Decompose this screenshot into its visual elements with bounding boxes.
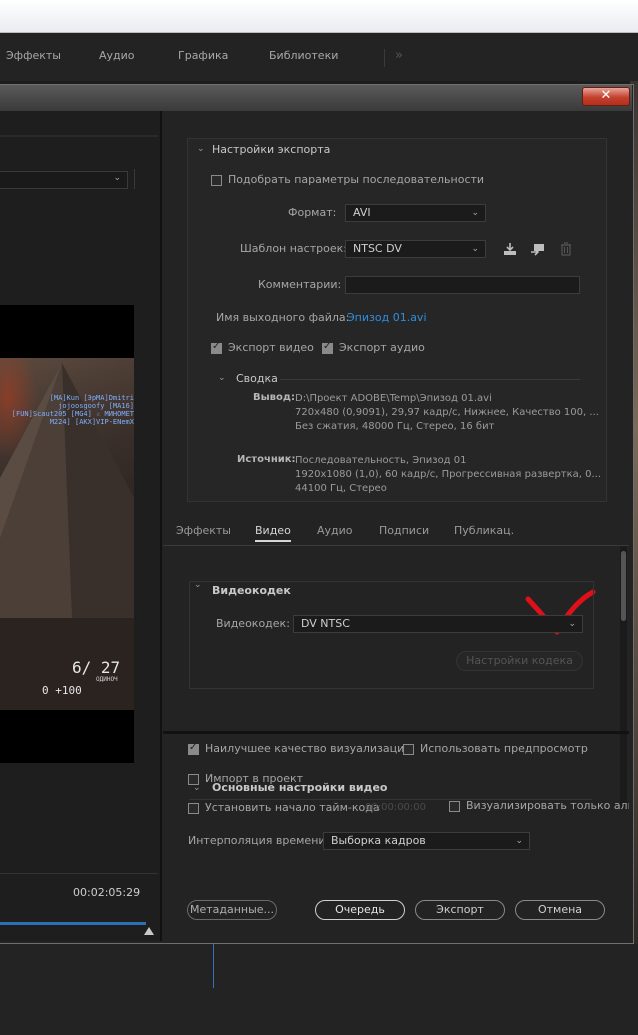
export-settings-section: ⌄ Настройки экспорта Подобрать параметры… — [187, 138, 607, 502]
use-previews-checkbox[interactable] — [403, 744, 414, 755]
export-video-checkbox[interactable] — [211, 341, 222, 354]
max-quality-label: Наилучшее качество визуализации — [205, 742, 412, 755]
timeline-background — [0, 944, 638, 1035]
set-timecode-checkbox[interactable] — [188, 803, 199, 814]
export-settings-dialog: ✕ ⌄ [MA]Kun [ЭрMA]Dmitri jojoosgoofy [MA… — [0, 84, 634, 944]
summary-source-line: 1920x1080 (1,0), 60 кадр/с, Прогрессивна… — [295, 469, 602, 480]
divider — [0, 873, 158, 874]
tab-audio[interactable]: Аудио — [317, 524, 353, 537]
summary-source-line: 44100 Гц, Стерео — [295, 483, 387, 494]
source-timecode: 00:02:05:29 — [73, 886, 141, 899]
interp-dropdown[interactable]: Выборка кадров ⌄ — [323, 832, 530, 850]
chevron-down-icon: ⌄ — [471, 208, 479, 218]
set-timecode-label: Установить начало тайм-кода — [205, 801, 380, 814]
queue-button[interactable]: Очередь — [315, 900, 405, 920]
game-frame-image: [MA]Kun [ЭрMA]Dmitri jojoosgoofy [MA16] … — [0, 358, 134, 710]
playhead-line — [213, 944, 214, 988]
codec-section-title: Видеокодек — [212, 584, 291, 597]
chevron-down-icon[interactable]: ⌄ — [197, 144, 205, 154]
chevron-down-icon[interactable]: ⌄ — [218, 373, 226, 383]
cancel-button[interactable]: Отмена — [515, 900, 605, 920]
settings-pane: ⌄ Настройки экспорта Подобрать параметры… — [163, 111, 629, 941]
interp-value: Выборка кадров — [331, 834, 426, 847]
metadata-button[interactable]: Метаданные... — [187, 900, 277, 920]
output-name-link[interactable]: Эпизод 01.avi — [347, 311, 427, 324]
dialog-titlebar[interactable] — [0, 85, 632, 111]
comments-label: Комментарии: — [258, 278, 342, 291]
tab-effects[interactable]: Эффекты — [176, 524, 231, 537]
preview-pane: ⌄ [MA]Kun [ЭрMA]Dmitri jojoosgoofy [MA16… — [0, 111, 162, 941]
chevron-down-icon[interactable]: ⌄ — [194, 580, 202, 590]
chevron-down-icon: ⌄ — [515, 836, 523, 846]
menu-divider — [384, 49, 385, 67]
export-video-label: Экспорт видео — [228, 341, 314, 354]
source-scaling-dropdown[interactable]: ⌄ — [0, 171, 128, 189]
chevron-down-icon: ⌄ — [568, 619, 576, 629]
chevron-down-icon: ⌄ — [113, 173, 121, 183]
match-sequence-label: Подобрать параметры последовательности — [228, 173, 485, 186]
summary-source-label: Источник: — [237, 454, 296, 465]
format-value: AVI — [353, 206, 371, 219]
use-previews-label: Использовать предпросмотр — [420, 742, 588, 755]
tab-captions[interactable]: Подписи — [379, 524, 429, 537]
preset-value: NTSC DV — [353, 242, 402, 255]
tab-video[interactable]: Видео — [255, 524, 291, 542]
summary-output-line: Без сжатия, 48000 Гц, Стерео, 16 бит — [295, 421, 495, 432]
fire-mode: ОДИНОЧ — [96, 676, 118, 683]
interp-label: Интерполяция времени: — [188, 834, 330, 847]
comments-input[interactable] — [345, 276, 580, 294]
summary-output-line: 720x480 (0,9091), 29,97 кадр/с, Нижнее, … — [295, 407, 599, 418]
alpha-only-checkbox[interactable] — [449, 801, 460, 812]
format-dropdown[interactable]: AVI ⌄ — [345, 204, 486, 222]
settings-tabs: Эффекты Видео Аудио Подписи Публикац. — [163, 521, 629, 546]
import-project-checkbox[interactable] — [188, 774, 199, 785]
codec-label: Видеокодек: — [216, 617, 290, 630]
menu-effects[interactable]: Эффекты — [6, 33, 61, 81]
workspace-menubar: Эффекты Аудио Графика Библиотеки » — [0, 33, 638, 81]
timecode-input[interactable]: 00:00:00:00 — [365, 802, 426, 813]
divider — [134, 169, 135, 189]
alpha-only-label: Визуализировать только альфа — [466, 799, 629, 812]
score-counter: 0 +100 — [42, 684, 82, 697]
tab-publish[interactable]: Публикац. — [454, 524, 514, 537]
os-window-strip — [0, 0, 638, 33]
export-audio-checkbox[interactable] — [322, 341, 333, 354]
close-button[interactable]: ✕ — [582, 87, 630, 106]
codec-section: ⌄ Видеокодек Видеокодек: DV NTSC ⌄ Настр… — [189, 580, 594, 689]
export-audio-label: Экспорт аудио — [339, 341, 425, 354]
chevron-down-icon: ⌄ — [471, 244, 479, 254]
scrollbar-thumb[interactable] — [621, 551, 626, 621]
delete-preset-icon[interactable] — [559, 242, 573, 256]
format-label: Формат: — [288, 206, 337, 219]
save-preset-icon[interactable] — [503, 242, 517, 256]
import-preset-icon[interactable] — [531, 242, 545, 256]
pane-divider — [163, 731, 629, 734]
summary-title: Сводка — [236, 372, 278, 385]
import-project-label: Импорт в проект — [205, 772, 304, 785]
summary-output-label: Вывод: — [253, 392, 295, 403]
menu-audio[interactable]: Аудио — [99, 33, 135, 81]
preview-tabbar — [0, 135, 158, 137]
preset-label: Шаблон настроек: — [240, 242, 347, 255]
killfeed-text: [MA]Kun [ЭрMA]Dmitri jojoosgoofy [MA16] … — [11, 394, 134, 426]
ammo-counter: 6/ 27 — [72, 658, 121, 677]
export-button[interactable]: Экспорт — [415, 900, 505, 920]
summary-divider — [280, 379, 580, 380]
output-name-label: Имя выходного файла: — [216, 311, 350, 324]
codec-dropdown[interactable]: DV NTSC ⌄ — [293, 615, 583, 633]
codec-settings-button[interactable]: Настройки кодека — [456, 651, 583, 671]
section-title: Настройки экспорта — [212, 143, 331, 156]
codec-value: DV NTSC — [301, 617, 350, 630]
summary-output-line: D:\Проект ADOBE\Temp\Эпизод 01.avi — [295, 393, 492, 404]
menu-graphics[interactable]: Графика — [178, 33, 228, 81]
preset-dropdown[interactable]: NTSC DV ⌄ — [345, 240, 486, 258]
source-range-bar[interactable] — [0, 922, 146, 925]
summary-source-line: Последовательность, Эпизод 01 — [295, 455, 467, 466]
menu-libraries[interactable]: Библиотеки — [269, 33, 338, 81]
out-point-handle[interactable] — [144, 927, 154, 935]
max-quality-checkbox[interactable] — [188, 742, 199, 755]
match-sequence-checkbox[interactable] — [211, 175, 222, 186]
menu-overflow-icon[interactable]: » — [395, 33, 403, 81]
